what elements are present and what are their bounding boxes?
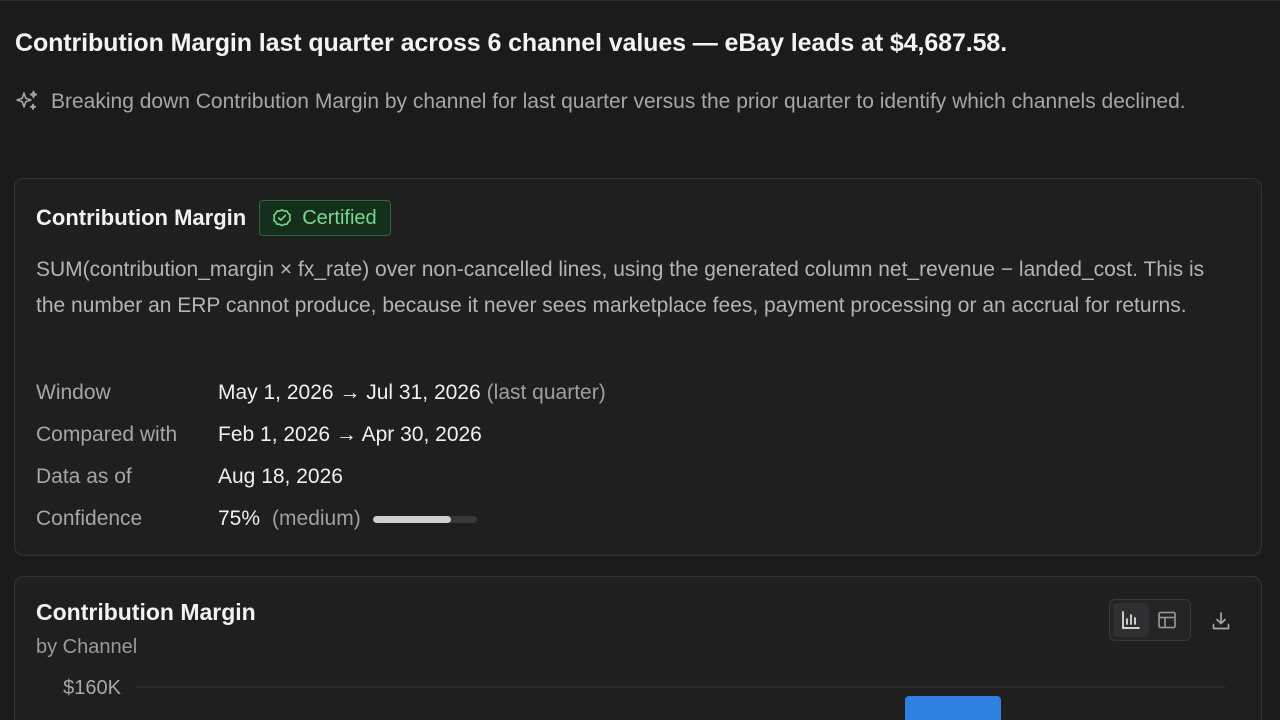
metric-definition-card: Contribution Margin Certified SUM(contri… (14, 178, 1262, 556)
compared-value: Feb 1, 2026 → Apr 30, 2026 (218, 423, 482, 446)
metric-definition: SUM(contribution_margin × fx_rate) over … (36, 258, 1205, 317)
compared-row: Compared with Feb 1, 2026 → Apr 30, 2026 (36, 414, 482, 456)
confidence-bar (372, 515, 477, 523)
certified-badge-label: Certified (302, 206, 377, 229)
data-as-of-row: Data as of Aug 18, 2026 (36, 456, 343, 498)
confidence-bar-fill (372, 515, 451, 523)
y-tick-label: $160K (63, 677, 121, 699)
window-note: (last quarter) (486, 381, 606, 404)
window-value: May 1, 2026 → Jul 31, 2026 (218, 381, 481, 404)
confidence-label: Confidence (36, 507, 143, 530)
bar-chart: $160K (63, 677, 1225, 720)
chart-bar (905, 696, 1001, 720)
window-label: Window (36, 381, 111, 404)
data-as-of-value: Aug 18, 2026 (218, 465, 343, 488)
reasoning-text: Breaking down Contribution Margin by cha… (51, 90, 1186, 113)
confidence-note: (medium) (272, 507, 361, 530)
metric-header: Contribution Margin Certified (36, 200, 391, 236)
chart-card: Contribution Margin by Channel $160K (14, 576, 1262, 720)
confidence-row: Confidence 75% (medium) (36, 498, 477, 540)
certified-badge: Certified (259, 200, 391, 236)
confidence-value: 75% (218, 507, 261, 530)
answer-headline: Contribution Margin last quarter across … (15, 29, 1008, 57)
data-as-of-label: Data as of (36, 465, 132, 488)
sparkles-icon (16, 90, 38, 110)
window-row: Window May 1, 2026 → Jul 31, 2026 (last … (36, 372, 606, 414)
metric-name: Contribution Margin (36, 205, 247, 230)
check-circle-icon (273, 209, 292, 227)
reasoning-row: Breaking down Contribution Margin by cha… (14, 87, 1264, 120)
page: Contribution Margin last quarter across … (0, 0, 1280, 720)
compared-label: Compared with (36, 423, 178, 446)
